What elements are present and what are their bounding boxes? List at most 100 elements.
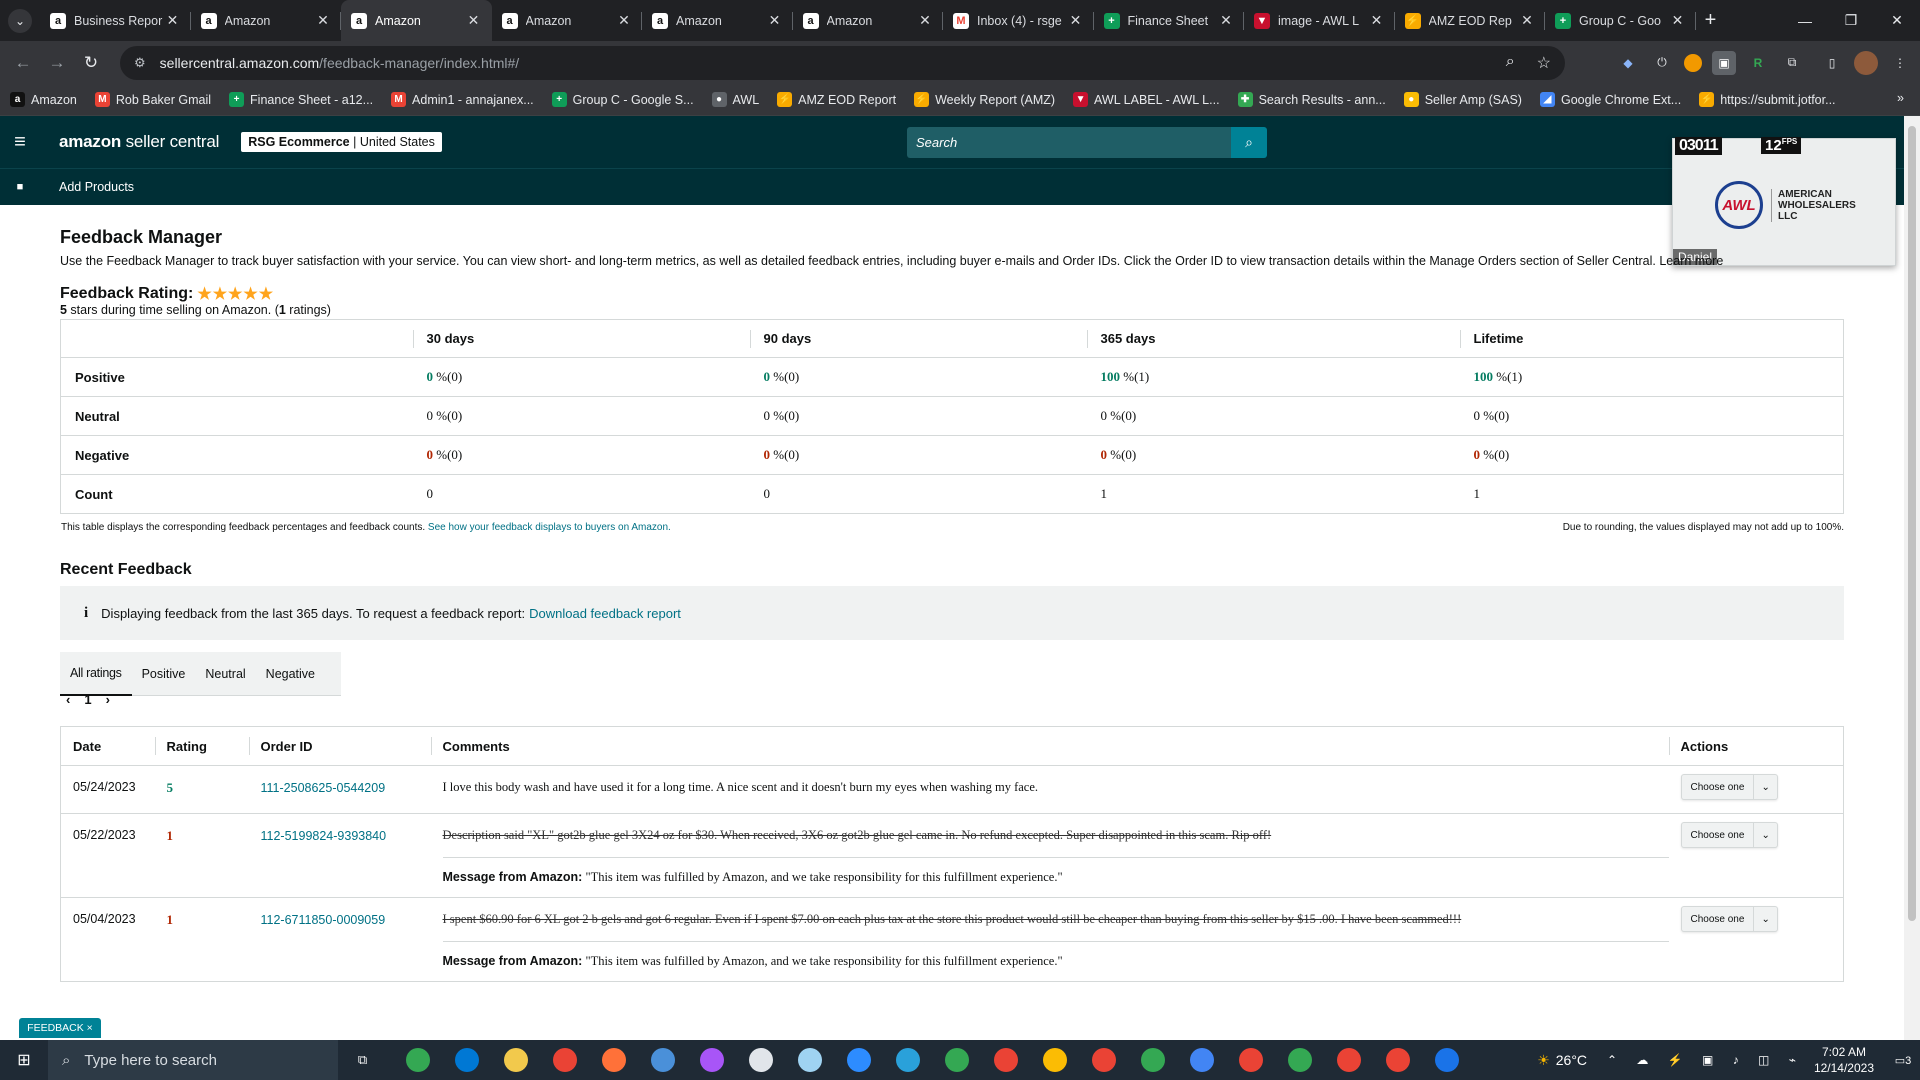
chevron-left-icon[interactable]: ‹ — [66, 692, 70, 707]
bookmark-item[interactable]: ▼ AWL LABEL - AWL L... — [1073, 92, 1220, 107]
close-tab-icon[interactable]: ✕ — [1519, 12, 1535, 29]
notification-icon[interactable]: ▭3 — [1886, 1054, 1920, 1067]
col-order-id[interactable]: Order ID — [248, 726, 431, 766]
tab-negative[interactable]: Negative — [256, 652, 325, 696]
close-tab-icon[interactable]: ✕ — [466, 12, 482, 29]
order-id-link[interactable]: 112-6711850-0009059 — [261, 913, 386, 927]
order-id-link[interactable]: 112-5199824-9393840 — [261, 829, 387, 843]
chevron-right-icon[interactable]: › — [106, 692, 110, 707]
browser-tab[interactable]: + Group C - Goo ✕ — [1545, 0, 1696, 41]
back-icon[interactable]: ← — [6, 46, 40, 80]
windows-start-icon[interactable]: ⊞ — [0, 1040, 48, 1080]
calculator-taskbar-icon[interactable] — [638, 1040, 687, 1080]
close-window-icon[interactable]: ✕ — [1874, 0, 1920, 41]
search-icon[interactable]: ⌕ — [1231, 127, 1267, 158]
bookmark-item[interactable]: + Finance Sheet - a12... — [229, 92, 373, 107]
bookmark-item[interactable]: ✚ Search Results - ann... — [1237, 92, 1386, 107]
new-tab-button[interactable]: + — [1696, 0, 1726, 41]
close-tab-icon[interactable]: ✕ — [1218, 12, 1234, 29]
profile-avatar[interactable] — [1854, 50, 1878, 75]
seller-search-input[interactable] — [907, 127, 1231, 158]
firefox-taskbar-icon[interactable] — [589, 1040, 638, 1080]
extension-diamond-icon[interactable]: ◆ — [1616, 51, 1640, 75]
browser-tab[interactable]: ⚡ AMZ EOD Rep ✕ — [1395, 0, 1546, 41]
bookmark-item[interactable]: M Admin1 - annajanex... — [391, 92, 534, 107]
close-tab-icon[interactable]: ✕ — [767, 12, 783, 29]
extension-image-icon[interactable]: ▣ — [1712, 50, 1736, 75]
feedback-display-link[interactable]: See how your feedback displays to buyers… — [428, 522, 671, 533]
chrome-5-taskbar-icon[interactable] — [1079, 1040, 1128, 1080]
col-rating[interactable]: Rating — [154, 726, 249, 766]
close-tab-icon[interactable]: ✕ — [917, 12, 933, 29]
tab-all-ratings[interactable]: All ratings — [60, 652, 132, 696]
tray-icons[interactable]: ⌃ ☁ ⚡ ▣ ♪ ◫ ⌁ — [1607, 1053, 1804, 1067]
site-info-icon[interactable]: ⚙ — [134, 55, 146, 71]
tab-neutral[interactable]: Neutral — [195, 652, 255, 696]
chrome-6-taskbar-icon[interactable] — [1128, 1040, 1177, 1080]
bookmark-item[interactable]: + Group C - Google S... — [551, 92, 694, 107]
browser-tab[interactable]: M Inbox (4) - rsge ✕ — [943, 0, 1094, 41]
mail-taskbar-icon[interactable] — [442, 1040, 491, 1080]
action-dropdown[interactable]: Choose one ⌄ — [1680, 774, 1778, 800]
bookmark-item[interactable]: ⚡ https://submit.jotfor... — [1699, 92, 1836, 107]
bookmark-item[interactable]: ⚡ AMZ EOD Report — [777, 92, 896, 107]
tab-positive[interactable]: Positive — [132, 652, 196, 696]
browser-tab[interactable]: a Amazon ✕ — [341, 0, 492, 41]
extension-orange-icon[interactable] — [1684, 53, 1702, 72]
feedback-widget-button[interactable]: FEEDBACK × — [19, 1018, 101, 1038]
close-tab-icon[interactable]: ✕ — [1670, 12, 1686, 29]
chrome-taskbar-icon[interactable] — [393, 1040, 442, 1080]
task-view-icon[interactable]: ⧉ — [338, 1040, 387, 1080]
browser-tab[interactable]: a Amazon ✕ — [793, 0, 944, 41]
chrome-10-taskbar-icon[interactable] — [1324, 1040, 1373, 1080]
r-app-taskbar-icon[interactable] — [1422, 1040, 1471, 1080]
close-tab-icon[interactable]: ✕ — [1369, 12, 1385, 29]
close-tab-icon[interactable]: ✕ — [315, 12, 331, 29]
chrome-9-taskbar-icon[interactable] — [1275, 1040, 1324, 1080]
seller-central-logo[interactable]: amazon seller central — [59, 132, 219, 152]
chrome-4-taskbar-icon[interactable] — [1030, 1040, 1079, 1080]
page-scrollbar[interactable] — [1904, 116, 1920, 1040]
chrome-menu-icon[interactable]: ⋮ — [1888, 51, 1912, 75]
chrome-11-taskbar-icon[interactable] — [1373, 1040, 1422, 1080]
browser-tab[interactable]: ▼ image - AWL L ✕ — [1244, 0, 1395, 41]
bookmarks-overflow-icon[interactable]: » — [1897, 91, 1904, 105]
reload-icon[interactable]: ↻ — [74, 46, 108, 80]
zoom-taskbar-icon[interactable] — [834, 1040, 883, 1080]
scrollbar-thumb[interactable] — [1908, 126, 1916, 921]
bookmark-item[interactable]: a Amazon — [10, 92, 77, 107]
snipping-taskbar-icon[interactable] — [736, 1040, 785, 1080]
col-date[interactable]: Date — [60, 726, 155, 766]
menu-hamburger-icon[interactable]: ≡ — [0, 131, 40, 154]
chrome-8-taskbar-icon[interactable] — [1226, 1040, 1275, 1080]
forward-icon[interactable]: → — [40, 46, 74, 80]
browser-tab[interactable]: + Finance Sheet ✕ — [1094, 0, 1245, 41]
bookmark-item[interactable]: M Rob Baker Gmail — [94, 92, 211, 107]
browser-tab[interactable]: a Business Repor ✕ — [40, 0, 191, 41]
page-number[interactable]: 1 — [84, 692, 91, 707]
bookmark-icon[interactable]: ■ — [0, 181, 40, 193]
bookmark-item[interactable]: ● Seller Amp (SAS) — [1403, 92, 1522, 107]
extension-off-icon[interactable]: ⏻ — [1650, 51, 1674, 75]
minimize-icon[interactable]: — — [1782, 0, 1828, 41]
tab-search-button[interactable]: ⌄ — [0, 0, 40, 41]
side-panel-icon[interactable]: ▯ — [1820, 51, 1844, 75]
close-tab-icon[interactable]: ✕ — [1068, 12, 1084, 29]
chrome-alt-taskbar-icon[interactable] — [540, 1040, 589, 1080]
chrome-2-taskbar-icon[interactable] — [932, 1040, 981, 1080]
store-selector[interactable]: RSG Ecommerce | United States — [241, 132, 442, 152]
browser-tab[interactable]: a Amazon ✕ — [191, 0, 342, 41]
wps-taskbar-icon[interactable] — [687, 1040, 736, 1080]
weather-widget[interactable]: ☀ 26°C — [1537, 1052, 1587, 1069]
bookmark-item[interactable]: ◢ Google Chrome Ext... — [1539, 92, 1681, 107]
bookmark-item[interactable]: ⚡ Weekly Report (AMZ) — [914, 92, 1055, 107]
action-dropdown[interactable]: Choose one ⌄ — [1680, 822, 1778, 848]
chrome-3-taskbar-icon[interactable] — [981, 1040, 1030, 1080]
browser-tab[interactable]: a Amazon ✕ — [492, 0, 643, 41]
download-feedback-report-link[interactable]: Download feedback report — [529, 606, 681, 621]
action-dropdown[interactable]: Choose one ⌄ — [1680, 906, 1778, 932]
chrome-7-taskbar-icon[interactable] — [1177, 1040, 1226, 1080]
close-tab-icon[interactable]: ✕ — [165, 12, 181, 29]
address-bar[interactable]: ⚙ sellercentral.amazon.com/feedback-mana… — [120, 46, 1565, 80]
restore-icon[interactable]: ❐ — [1828, 0, 1874, 41]
